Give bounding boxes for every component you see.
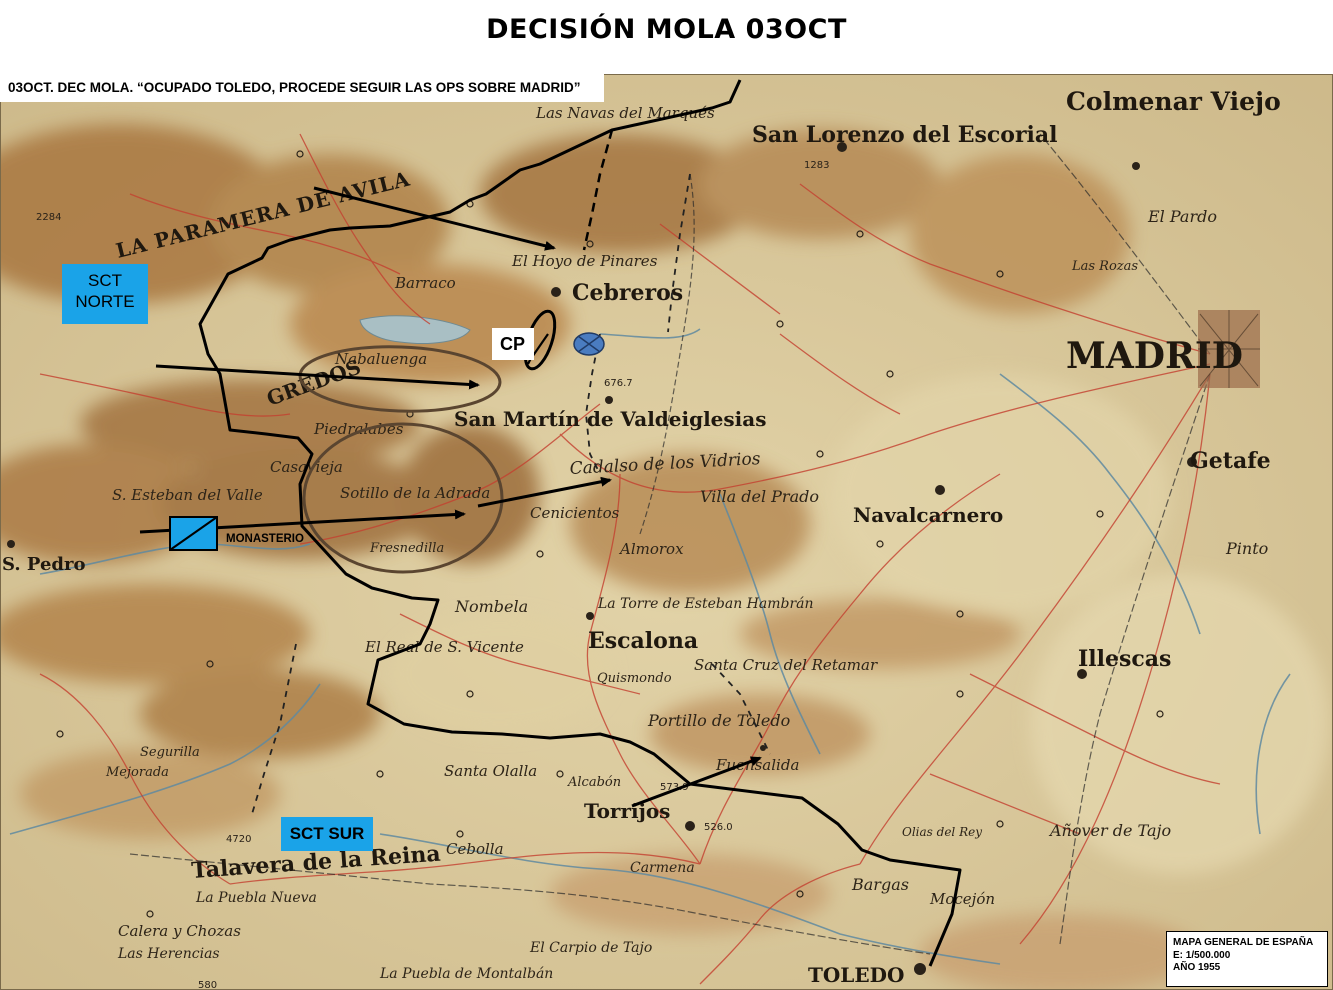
label-mocejon: Mocejón — [929, 890, 995, 908]
map-legend: MAPA GENERAL DE ESPAÑA E: 1/500.000 AÑO … — [1166, 931, 1328, 987]
label-montalban: La Puebla de Montalbán — [379, 966, 553, 982]
label-torre: La Torre de Esteban Hambrán — [597, 596, 814, 612]
monasterio-label: MONASTERIO — [226, 533, 304, 545]
sct-norte-line1: SCT — [88, 271, 122, 290]
legend-line-3: AÑO 1955 — [1173, 962, 1221, 973]
label-bargas: Bargas — [851, 875, 909, 894]
label-hoyo: El Hoyo de Pinares — [511, 252, 658, 270]
label-cebolla: Cebolla — [446, 840, 504, 858]
spot-height-4720: 4720 — [226, 834, 251, 845]
sct-norte-line2: NORTE — [75, 292, 135, 311]
label-nombela: Nombela — [454, 597, 528, 616]
spot-height-580: 580 — [198, 980, 217, 990]
caption-bar: 03OCT. DEC MOLA. “OCUPADO TOLEDO, PROCED… — [0, 74, 604, 102]
label-cenicientos: Cenicientos — [530, 504, 620, 522]
label-escorial: San Lorenzo del Escorial — [752, 122, 1058, 148]
monasterio-unit-symbol[interactable] — [169, 516, 218, 551]
label-quismondo: Quismondo — [597, 671, 672, 686]
label-portillo: Portillo de Toledo — [647, 711, 790, 730]
spot-height-2284: 2284 — [36, 212, 61, 223]
label-cebreros: Cebreros — [572, 280, 683, 306]
label-madrid: MADRID — [1066, 335, 1243, 377]
label-esteban: S. Esteban del Valle — [112, 486, 263, 504]
label-piedralabes: Piedralabes — [313, 420, 404, 438]
label-san-martin: San Martín de Valdeiglesias — [454, 407, 766, 431]
sct-norte-label[interactable]: SCT NORTE — [62, 264, 148, 324]
label-torrijos: Torrijos — [584, 799, 670, 823]
label-almorox: Almorox — [618, 540, 684, 558]
map-svg[interactable]: Colmenar Viejo San Lorenzo del Escorial … — [0, 74, 1333, 990]
label-san-pedro: S. Pedro — [2, 554, 85, 575]
label-anover: Añover de Tajo — [1048, 821, 1171, 840]
label-chozas: Calera y Chozas — [118, 922, 241, 940]
label-pinto: Pinto — [1225, 539, 1268, 558]
spot-height-6767: 676.7 — [604, 378, 633, 389]
cp-label[interactable]: CP — [492, 328, 534, 360]
enemy-unit-symbol[interactable] — [573, 332, 605, 356]
label-segurilla: Segurilla — [140, 745, 200, 760]
label-las-rozas: Las Rozas — [1071, 259, 1138, 274]
label-illescas: Illescas — [1078, 646, 1171, 672]
label-navalcarnero: Navalcarnero — [853, 503, 1003, 527]
label-colmenar: Colmenar Viejo — [1066, 87, 1281, 116]
label-villa-prado: Villa del Prado — [700, 487, 819, 506]
label-santa-cruz: Santa Cruz del Retamar — [694, 656, 878, 674]
page-title: DECISIÓN MOLA 03OCT — [486, 14, 847, 45]
legend-line-1: MAPA GENERAL DE ESPAÑA — [1173, 937, 1314, 948]
label-real-vicente: El Real de S. Vicente — [364, 638, 524, 656]
label-barraco: Barraco — [394, 274, 456, 292]
label-mejorada: Mejorada — [105, 765, 169, 780]
label-toledo: TOLEDO — [808, 963, 904, 987]
label-getafe: Getafe — [1190, 448, 1271, 474]
map-canvas[interactable]: Colmenar Viejo San Lorenzo del Escorial … — [0, 74, 1333, 990]
label-carmena: Carmena — [630, 860, 695, 876]
label-olias: Olias del Rey — [902, 825, 982, 839]
label-carpio: El Carpio de Tajo — [529, 940, 652, 956]
legend-line-2: E: 1/500.000 — [1173, 949, 1231, 961]
label-el-pardo: El Pardo — [1147, 207, 1217, 226]
label-santa-olalla: Santa Olalla — [444, 762, 537, 780]
label-sotillo: Sotillo de la Adrada — [340, 484, 490, 502]
label-escalona: Escalona — [588, 628, 698, 654]
label-alcabon: Alcabón — [567, 775, 621, 790]
sct-sur-label[interactable]: SCT SUR — [281, 817, 373, 851]
spot-height-1283: 1283 — [804, 160, 829, 171]
spot-height-5260: 526.0 — [704, 822, 733, 833]
label-fresnedilla: Fresnedilla — [369, 541, 444, 556]
label-puebla-nueva: La Puebla Nueva — [195, 890, 317, 906]
label-herencias: Las Herencias — [117, 946, 220, 962]
